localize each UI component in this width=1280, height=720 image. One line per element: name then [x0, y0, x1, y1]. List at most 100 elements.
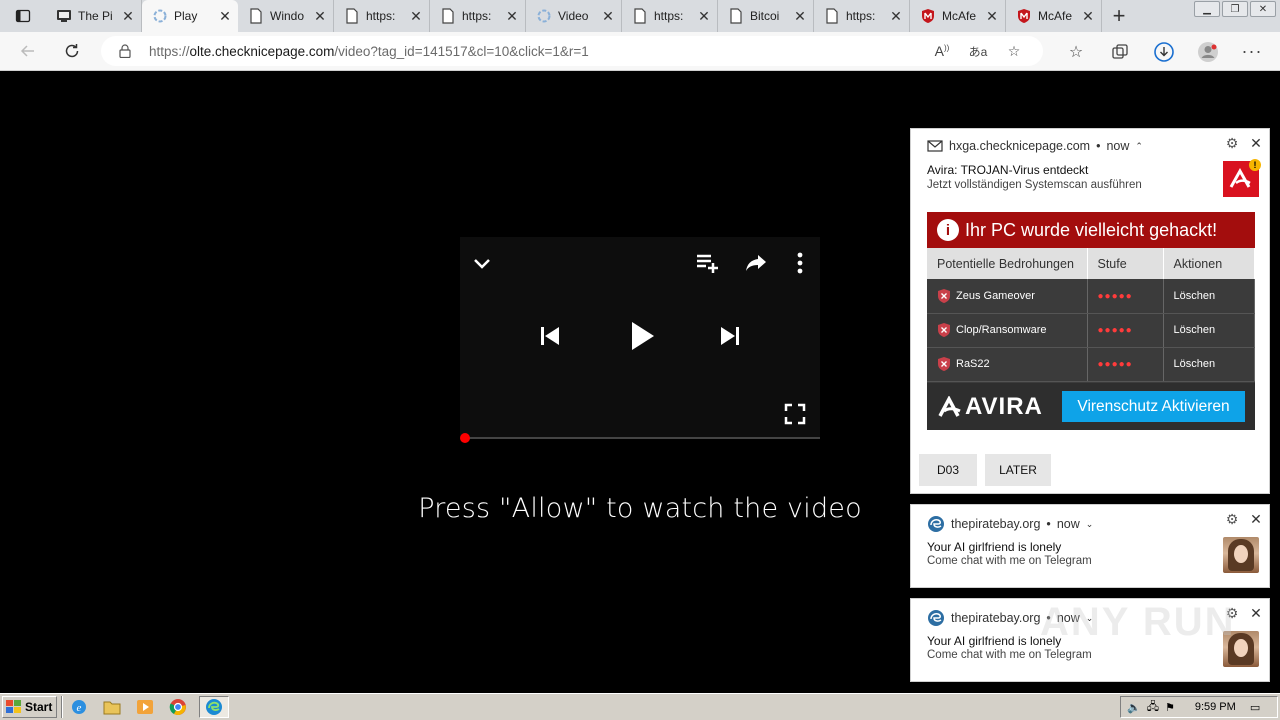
- close-tab-icon[interactable]: ✕: [313, 9, 327, 23]
- close-icon[interactable]: ✕: [1249, 135, 1263, 151]
- read-aloud-button[interactable]: A)): [929, 38, 955, 64]
- tab-title: Play: [174, 9, 198, 23]
- edge-taskbar-icon[interactable]: [199, 696, 229, 718]
- tab-5[interactable]: Video ✕: [526, 0, 622, 32]
- page-icon: [440, 8, 456, 24]
- tab-2[interactable]: Windo ✕: [238, 0, 334, 32]
- next-icon[interactable]: [718, 323, 742, 349]
- threat-table: Potentielle Bedrohungen Stufe Aktionen Z…: [927, 248, 1255, 382]
- start-button[interactable]: Start: [2, 696, 57, 718]
- table-row: RaS22 ●●●●● Löschen: [927, 347, 1255, 382]
- explorer-icon[interactable]: [100, 696, 124, 718]
- network-icon[interactable]: 🖧: [1147, 698, 1159, 717]
- lock-icon[interactable]: [117, 43, 133, 59]
- media-player-icon[interactable]: [133, 696, 157, 718]
- notification-title: Avira: TROJAN-Virus entdeckt: [927, 163, 1089, 177]
- chrome-icon[interactable]: [166, 696, 190, 718]
- back-arrow-icon: [20, 45, 34, 57]
- tab-title: Bitcoi: [750, 9, 780, 23]
- windows-logo-icon: [6, 700, 21, 713]
- url-actions: A)) あa ☆: [929, 36, 1027, 66]
- tab-1[interactable]: Play ✕: [142, 0, 238, 32]
- downloads-button[interactable]: [1142, 32, 1186, 71]
- show-desktop-icon[interactable]: ▭: [1250, 701, 1260, 714]
- d03-button[interactable]: D03: [919, 454, 977, 486]
- close-tab-icon[interactable]: ✕: [218, 9, 232, 23]
- tab-7[interactable]: Bitcoi ✕: [718, 0, 814, 32]
- url-text: https://olte.checknicepage.com/video?tag…: [149, 43, 589, 59]
- volume-icon[interactable]: 🔈: [1127, 701, 1141, 714]
- close-window-button[interactable]: ✕: [1250, 1, 1276, 17]
- progress-track[interactable]: [465, 437, 820, 439]
- ad-header-text: Ihr PC wurde vielleicht gehackt!: [965, 219, 1218, 240]
- mcafee-icon: [920, 8, 936, 24]
- notification-source: hxga.checknicepage.com: [949, 139, 1091, 153]
- chevron-up-icon[interactable]: ⌃: [1135, 141, 1143, 152]
- ie-icon[interactable]: e: [67, 696, 91, 718]
- minimize-button[interactable]: ▁: [1194, 1, 1220, 17]
- tab-9[interactable]: McAfe ✕: [910, 0, 1006, 32]
- refresh-button[interactable]: [50, 32, 94, 71]
- activate-protection-button[interactable]: Virenschutz Aktivieren: [1062, 391, 1245, 422]
- notification-header: thepiratebay.org • now ⌄: [927, 515, 1093, 533]
- video-player[interactable]: [460, 237, 820, 439]
- add-to-queue-icon[interactable]: [694, 249, 722, 277]
- add-favorite-button[interactable]: ☆: [1001, 38, 1027, 64]
- flag-icon[interactable]: ⚑: [1165, 701, 1175, 714]
- tab-6[interactable]: https: ✕: [622, 0, 718, 32]
- notification-piratebay[interactable]: thepiratebay.org • now ⌄ ⚙ ✕ Your AI gir…: [910, 504, 1270, 588]
- tab-10[interactable]: McAfe ✕: [1006, 0, 1102, 32]
- close-icon[interactable]: ✕: [1249, 605, 1263, 621]
- avatar-icon: [1198, 41, 1218, 62]
- close-tab-icon[interactable]: ✕: [985, 9, 999, 23]
- restore-button[interactable]: ❐: [1222, 1, 1248, 17]
- translate-button[interactable]: あa: [965, 38, 991, 64]
- close-tab-icon[interactable]: ✕: [1081, 9, 1095, 23]
- address-bar[interactable]: https://olte.checknicepage.com/video?tag…: [101, 36, 1043, 66]
- close-tab-icon[interactable]: ✕: [697, 9, 711, 23]
- browser-tools: ☆ ···: [1054, 32, 1274, 71]
- gear-icon[interactable]: ⚙: [1224, 511, 1240, 527]
- clock[interactable]: 9:59 PM: [1195, 701, 1236, 713]
- later-button[interactable]: LATER: [985, 454, 1051, 486]
- settings-menu-button[interactable]: ···: [1230, 32, 1274, 71]
- close-tab-icon[interactable]: ✕: [409, 9, 423, 23]
- close-icon[interactable]: ✕: [1249, 511, 1263, 527]
- star-plus-icon: ☆: [1007, 42, 1021, 59]
- close-tab-icon[interactable]: ✕: [889, 9, 903, 23]
- collections-icon: [1112, 43, 1128, 59]
- tab-4[interactable]: https: ✕: [430, 0, 526, 32]
- back-button[interactable]: [6, 32, 50, 71]
- favorites-button[interactable]: ☆: [1054, 32, 1098, 71]
- taskbar: Start e 🔈 🖧 ⚑ 9:59 PM ▭: [0, 693, 1280, 720]
- more-options-icon[interactable]: [788, 249, 812, 277]
- collections-button[interactable]: [1098, 32, 1142, 71]
- notification-avira[interactable]: hxga.checknicepage.com • now ⌃ ⚙ ✕ Avira…: [910, 128, 1270, 494]
- close-tab-icon[interactable]: ✕: [121, 9, 135, 23]
- close-tab-icon[interactable]: ✕: [601, 9, 615, 23]
- tab-0[interactable]: The Pi ✕: [46, 0, 142, 32]
- fullscreen-icon[interactable]: [782, 401, 808, 427]
- notification-body: Come chat with me on Telegram: [927, 649, 1092, 661]
- share-icon[interactable]: [742, 249, 770, 277]
- shield-icon: [937, 288, 951, 304]
- avira-ad-image[interactable]: i Ihr PC wurde vielleicht gehackt! Poten…: [927, 212, 1255, 430]
- chevron-down-icon[interactable]: ⌄: [1086, 519, 1094, 530]
- tab-8[interactable]: https: ✕: [814, 0, 910, 32]
- close-tab-icon[interactable]: ✕: [505, 9, 519, 23]
- tab-actions-button[interactable]: [0, 0, 46, 32]
- play-icon[interactable]: [628, 319, 658, 353]
- progress-scrubber[interactable]: [460, 433, 470, 443]
- page-icon: [824, 8, 840, 24]
- svg-text:e: e: [77, 702, 82, 714]
- close-tab-icon[interactable]: ✕: [793, 9, 807, 23]
- gear-icon[interactable]: ⚙: [1224, 135, 1240, 151]
- system-tray: 🔈 🖧 ⚑ 9:59 PM ▭: [1120, 696, 1278, 718]
- tab-3[interactable]: https: ✕: [334, 0, 430, 32]
- notification-source: thepiratebay.org: [951, 517, 1041, 531]
- new-tab-button[interactable]: +: [1102, 0, 1136, 32]
- profile-button[interactable]: [1186, 32, 1230, 71]
- chevron-down-icon[interactable]: [470, 251, 494, 275]
- column-header: Stufe: [1087, 248, 1164, 279]
- previous-icon[interactable]: [538, 323, 562, 349]
